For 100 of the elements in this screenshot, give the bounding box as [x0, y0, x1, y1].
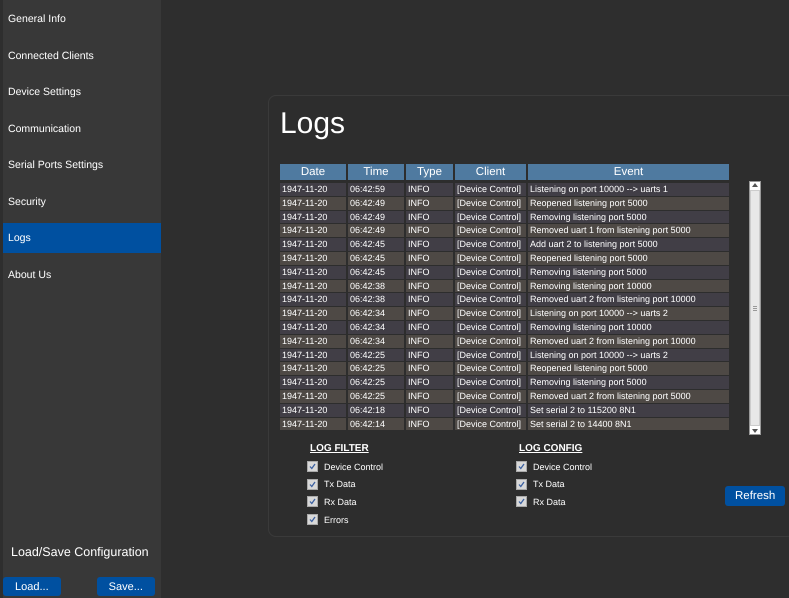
table-cell: INFO: [406, 183, 453, 196]
table-cell: [Device Control]: [455, 266, 526, 279]
table-cell: INFO: [406, 334, 453, 348]
table-cell: 1947-11-20: [280, 280, 346, 292]
table-cell: Set serial 2 to 115200 8N1: [528, 404, 729, 417]
sidebar-item[interactable]: Device Settings: [3, 77, 161, 107]
table-cell: 06:42:45: [348, 252, 404, 265]
checkbox[interactable]: [307, 461, 318, 472]
table-cell: 06:42:38: [348, 293, 404, 306]
table-cell: 06:42:49: [348, 224, 404, 238]
table-cell: [Device Control]: [455, 183, 526, 196]
table-cell: Add uart 2 to listening port 5000: [528, 238, 729, 251]
table-cell: 06:42:18: [348, 404, 404, 417]
checkmark-icon: [309, 480, 316, 488]
page-title: Logs: [280, 106, 346, 142]
refresh-button[interactable]: Refresh: [725, 486, 786, 506]
table-cell: [Device Control]: [455, 280, 526, 292]
table-cell: Removing listening port 5000: [528, 266, 729, 279]
table-cell: Listening on port 10000 --> uarts 1: [528, 183, 729, 196]
checkbox-label: Device Control: [324, 462, 384, 472]
table-cell: [Device Control]: [455, 293, 526, 306]
column-header: Time: [348, 164, 404, 180]
table-cell: INFO: [406, 252, 453, 265]
table-cell: 06:42:25: [348, 376, 404, 389]
checkbox[interactable]: [516, 478, 527, 490]
table-cell: INFO: [406, 362, 453, 376]
table-cell: [Device Control]: [455, 348, 526, 362]
sidebar-item[interactable]: Security: [3, 186, 161, 216]
sidebar-item[interactable]: Communication: [3, 114, 161, 144]
table-cell: 06:42:34: [348, 334, 404, 348]
table-cell: Removing listening port 10000: [528, 320, 729, 334]
checkbox-label: Rx Data: [324, 496, 357, 507]
sidebar-item[interactable]: Logs: [3, 223, 161, 253]
table-cell: 1947-11-20: [280, 376, 346, 389]
table-cell: 06:42:45: [348, 238, 404, 251]
group-title: LOG CONFIG: [518, 443, 584, 454]
checkbox[interactable]: [307, 496, 318, 508]
table-cell: INFO: [406, 238, 453, 251]
section-title: Load/Save Configuration: [10, 545, 150, 559]
load-button[interactable]: Load...: [3, 577, 61, 596]
table-cell: [Device Control]: [455, 238, 526, 251]
table-cell: [Device Control]: [455, 404, 526, 417]
table-cell: 06:42:14: [348, 418, 404, 430]
table-cell: 1947-11-20: [280, 348, 346, 362]
table-cell: INFO: [406, 210, 453, 224]
table-cell: 06:42:38: [348, 280, 404, 292]
table-cell: 06:42:25: [348, 348, 404, 362]
column-header: Event: [528, 164, 729, 180]
table-cell: 06:42:34: [348, 307, 404, 320]
table-cell: 1947-11-20: [280, 293, 346, 306]
sidebar-item[interactable]: Serial Ports Settings: [3, 150, 161, 180]
table-cell: [Device Control]: [455, 196, 526, 210]
table-cell: 06:42:49: [348, 210, 404, 224]
save-button[interactable]: Save...: [96, 577, 155, 596]
table-cell: Reopened listening port 5000: [528, 362, 729, 376]
table-cell: [Device Control]: [455, 362, 526, 376]
checkbox-label: Device Control: [533, 462, 592, 472]
table-cell: 06:42:49: [348, 196, 404, 210]
table-cell: Listening on port 10000 --> uarts 2: [528, 307, 729, 320]
checkbox[interactable]: [516, 496, 527, 508]
scroll-thumb[interactable]: [750, 190, 760, 426]
sidebar-item[interactable]: Connected Clients: [3, 40, 161, 70]
checkbox-label: Errors: [324, 514, 348, 525]
checkbox[interactable]: [307, 514, 318, 526]
table-cell: 06:42:34: [348, 320, 404, 334]
table-cell: Removing listening port 5000: [528, 210, 729, 224]
column-header: Date: [280, 164, 346, 180]
table-cell: Reopened listening port 5000: [528, 196, 729, 210]
table-cell: [Device Control]: [455, 307, 526, 320]
checkbox[interactable]: [307, 478, 318, 490]
table-cell: INFO: [406, 280, 453, 292]
table-cell: [Device Control]: [455, 376, 526, 389]
table-cell: 1947-11-20: [280, 238, 346, 251]
table-cell: Removed uart 2 from listening port 5000: [528, 390, 729, 403]
table-cell: 1947-11-20: [280, 183, 346, 196]
sidebar-item[interactable]: General Info: [3, 4, 161, 34]
table-cell: Set serial 2 to 14400 8N1: [528, 418, 729, 430]
table-cell: 1947-11-20: [280, 224, 346, 238]
table-cell: INFO: [406, 348, 453, 362]
table-cell: Removing listening port 10000: [528, 280, 729, 292]
table-cell: INFO: [406, 390, 453, 403]
table-cell: INFO: [406, 418, 453, 430]
sidebar-item[interactable]: About Us: [3, 260, 161, 290]
scrollbar[interactable]: [749, 181, 761, 435]
table-cell: [Device Control]: [455, 224, 526, 238]
grip-icon: [753, 306, 757, 310]
table-cell: 1947-11-20: [280, 362, 346, 376]
table-cell: 06:42:59: [348, 183, 404, 196]
scroll-up-icon[interactable]: [752, 182, 758, 188]
table-cell: Removing listening port 5000: [528, 376, 729, 389]
table-cell: 1947-11-20: [280, 210, 346, 224]
table-cell: Removed uart 2 from listening port 10000: [528, 334, 729, 348]
table-cell: Reopened listening port 5000: [528, 252, 729, 265]
table-cell: [Device Control]: [455, 334, 526, 348]
scroll-down-icon[interactable]: [752, 428, 758, 434]
table-cell: Removed uart 1 from listening port 5000: [528, 224, 729, 238]
checkbox[interactable]: [516, 461, 527, 472]
table-cell: 06:42:25: [348, 390, 404, 403]
table-cell: INFO: [406, 320, 453, 334]
table-cell: [Device Control]: [455, 210, 526, 224]
